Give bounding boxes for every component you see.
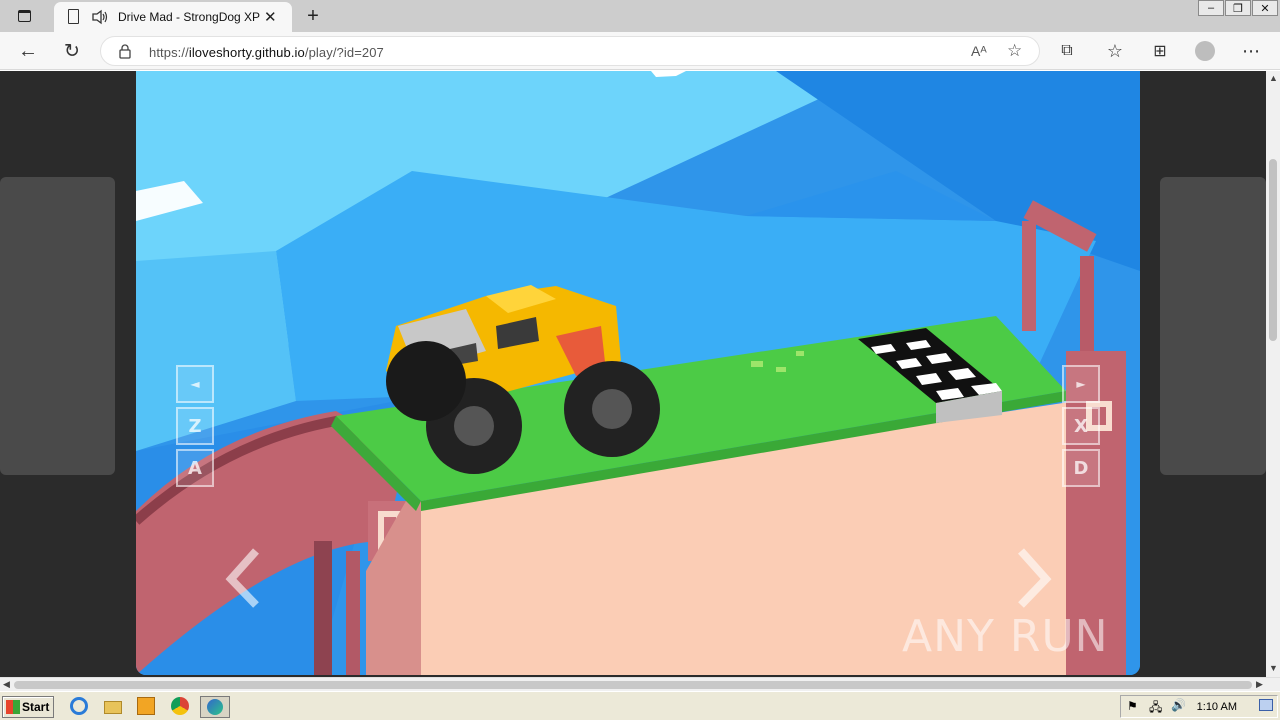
page-icon	[68, 9, 79, 24]
tab-actions-icon	[17, 10, 31, 22]
z-key-button[interactable]: Z	[176, 407, 214, 445]
speaker-icon[interactable]	[91, 9, 109, 25]
profile-avatar[interactable]	[1194, 40, 1216, 62]
network-icon[interactable]: 🖧	[1149, 698, 1162, 719]
right-arrow-button[interactable]: ►	[1062, 365, 1100, 403]
lock-icon[interactable]	[119, 44, 131, 59]
left-arrow-button[interactable]: ◄	[176, 365, 214, 403]
scroll-right-arrow-icon[interactable]: ▶	[1256, 679, 1263, 690]
watermark-logo: ANY RUN	[902, 611, 1109, 662]
flag-icon[interactable]: ⚑	[1127, 699, 1138, 713]
scroll-up-arrow-icon[interactable]: ▲	[1269, 73, 1278, 83]
read-aloud-icon[interactable]: Aᴬ	[971, 43, 987, 59]
left-side-panel	[0, 177, 115, 475]
more-menu-icon[interactable]: ⋯	[1240, 40, 1262, 62]
url-host: iloveshorty.github.io	[188, 45, 305, 60]
volume-icon[interactable]: 🔊	[1171, 698, 1186, 712]
window-controls: – ❐ ✕	[1197, 0, 1280, 18]
extensions-icon[interactable]: ⧉	[1056, 40, 1078, 62]
tab-strip: Drive Mad - StrongDog XP ✕ + – ❐ ✕	[0, 0, 1280, 32]
tab-title: Drive Mad - StrongDog XP	[118, 10, 261, 24]
chrome-icon[interactable]	[171, 697, 191, 717]
internet-explorer-icon[interactable]	[70, 697, 90, 717]
close-tab-icon[interactable]: ✕	[264, 8, 277, 26]
media-player-icon[interactable]	[137, 697, 157, 717]
clock: 1:10 AM	[1196, 701, 1237, 713]
page-content: ◄ Z A ► X D ANY RUN	[0, 71, 1266, 677]
a-key-button[interactable]: A	[176, 449, 214, 487]
start-button[interactable]: Start	[2, 696, 54, 718]
refresh-button[interactable]: ↻	[61, 40, 83, 62]
show-desktop-icon[interactable]	[1259, 699, 1273, 711]
horizontal-scroll-thumb[interactable]	[14, 681, 1252, 689]
folder-icon[interactable]	[104, 697, 124, 717]
url-path: /play/?id=207	[304, 45, 384, 60]
right-side-panel	[1160, 177, 1266, 475]
scroll-down-arrow-icon[interactable]: ▼	[1269, 663, 1278, 673]
vertical-scroll-thumb[interactable]	[1269, 159, 1277, 341]
start-label: Start	[22, 700, 50, 714]
vertical-scrollbar[interactable]: ▲ ▼	[1266, 71, 1280, 677]
restore-button[interactable]: ❐	[1225, 0, 1251, 16]
x-key-button[interactable]: X	[1062, 407, 1100, 445]
tab-actions-button[interactable]	[12, 0, 36, 32]
url-scheme: https://	[149, 45, 189, 60]
windows-logo-icon	[6, 700, 20, 714]
game-canvas[interactable]: ◄ Z A ► X D	[136, 71, 1140, 675]
url-text: https://iloveshorty.github.io/play/?id=2…	[149, 45, 384, 60]
navigation-bar: ← ↻ https://iloveshorty.github.io/play/?…	[0, 32, 1280, 70]
back-button[interactable]: ←	[17, 40, 39, 62]
new-tab-button[interactable]: +	[302, 5, 324, 27]
favorites-icon[interactable]: ☆	[1104, 40, 1126, 62]
taskbar: Start ⚑ 🖧 🔊 1:10 AM	[0, 691, 1280, 720]
d-key-button[interactable]: D	[1062, 449, 1100, 487]
edge-icon[interactable]	[200, 696, 230, 718]
collections-icon[interactable]: ⊞	[1149, 40, 1171, 62]
address-bar[interactable]: https://iloveshorty.github.io/play/?id=2…	[100, 36, 1040, 66]
minimize-button[interactable]: –	[1198, 0, 1224, 16]
horizontal-scrollbar[interactable]: ◀ ▶	[0, 677, 1280, 691]
add-favorite-icon[interactable]: ☆	[1007, 41, 1022, 61]
system-tray: ⚑ 🖧 🔊 1:10 AM	[1120, 695, 1278, 718]
active-tab[interactable]: Drive Mad - StrongDog XP ✕	[54, 2, 292, 32]
close-window-button[interactable]: ✕	[1252, 0, 1278, 16]
game-scene	[136, 71, 1140, 675]
scroll-left-arrow-icon[interactable]: ◀	[3, 679, 10, 690]
